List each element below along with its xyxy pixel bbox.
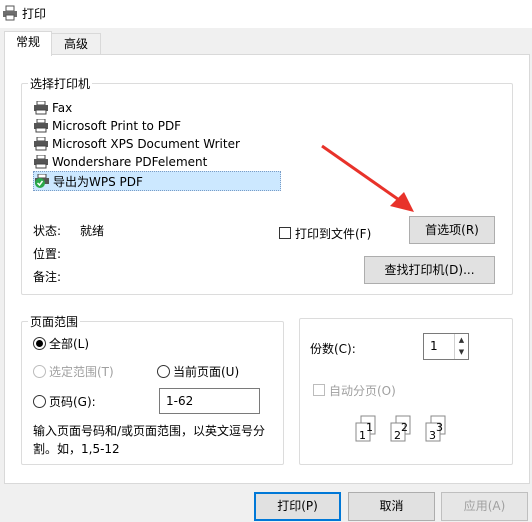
svg-text:2: 2 [401, 421, 408, 434]
status-value: 就绪 [80, 224, 105, 238]
print-to-file-checkbox[interactable] [279, 227, 291, 239]
tab-label: 高级 [63, 37, 88, 51]
copies-label: 份数(C): [310, 342, 356, 356]
svg-text:1: 1 [366, 421, 373, 434]
pages-input[interactable]: 1-62 [159, 388, 260, 414]
all-pages-label: 全部(L) [49, 337, 90, 351]
printer-name: Microsoft Print to PDF [52, 119, 182, 133]
page-range-hint: 输入页面号码和/或页面范围，以英文逗号分割。如，1,5-12 [33, 424, 266, 456]
all-pages-radio[interactable] [33, 337, 46, 350]
svg-text:2: 2 [394, 429, 401, 442]
printer-icon [34, 119, 48, 133]
radio-dot [36, 340, 43, 347]
group-legend: 页面范围 [30, 315, 79, 329]
red-arrow-annotation [321, 144, 414, 212]
comment-label: 备注: [33, 270, 62, 284]
svg-text:3: 3 [429, 429, 436, 442]
find-printer-button[interactable]: 查找打印机(D)... [364, 256, 495, 284]
current-page-radio[interactable] [157, 365, 170, 378]
location-label: 位置: [33, 247, 62, 261]
print-button[interactable]: 打印(P) [254, 492, 341, 521]
print-to-file-label: 打印到文件(F) [295, 227, 372, 241]
pages-radio[interactable] [33, 395, 46, 408]
tab-label: 常规 [15, 35, 40, 49]
printer-icon [3, 5, 17, 21]
spin-down-icon[interactable]: ▼ [455, 346, 468, 358]
svg-text:3: 3 [436, 421, 443, 434]
printer-list[interactable]: Fax Microsoft Print to PDF Microsoft XPS… [33, 96, 283, 192]
group-legend: 选择打印机 [30, 77, 91, 91]
pages-label: 页码(G): [49, 395, 96, 409]
printer-item-microsoft-print-to-pdf[interactable]: Microsoft Print to PDF [33, 117, 281, 135]
cancel-button[interactable]: 取消 [348, 492, 435, 521]
printer-icon [34, 155, 48, 169]
default-printer-check-icon [35, 174, 49, 188]
printer-name: Microsoft XPS Document Writer [52, 137, 240, 151]
printer-icon [34, 101, 48, 115]
collate-checkbox[interactable] [313, 384, 325, 396]
copies-value: 1 [430, 339, 438, 353]
svg-text:1: 1 [359, 429, 366, 442]
printer-name: Fax [52, 101, 73, 115]
printer-item-wondershare[interactable]: Wondershare PDFelement [33, 153, 281, 171]
printer-icon [34, 137, 48, 151]
tab-general[interactable]: 常规 [4, 31, 52, 56]
printer-item-microsoft-xps[interactable]: Microsoft XPS Document Writer [33, 135, 281, 153]
collate-pages-icon: 11 22 33 [355, 415, 446, 442]
current-page-label: 当前页面(U) [173, 365, 240, 379]
title-bar: 打印 [0, 0, 532, 28]
collate-label: 自动分页(O) [329, 384, 396, 398]
status-label: 状态: [33, 224, 62, 238]
spin-up-icon[interactable]: ▲ [455, 334, 468, 346]
apply-button[interactable]: 应用(A) [441, 492, 528, 521]
preferences-button[interactable]: 首选项(R) [409, 216, 495, 244]
copies-spinner[interactable]: ▲ ▼ [454, 334, 468, 359]
window-title: 打印 [22, 7, 47, 21]
printer-item-wps-pdf[interactable]: 导出为WPS PDF [33, 171, 281, 191]
printer-name: Wondershare PDFelement [52, 155, 208, 169]
printer-name: 导出为WPS PDF [53, 174, 143, 189]
selection-radio[interactable] [33, 365, 46, 378]
printer-item-fax[interactable]: Fax [33, 99, 281, 117]
selection-label: 选定范围(T) [49, 365, 114, 379]
